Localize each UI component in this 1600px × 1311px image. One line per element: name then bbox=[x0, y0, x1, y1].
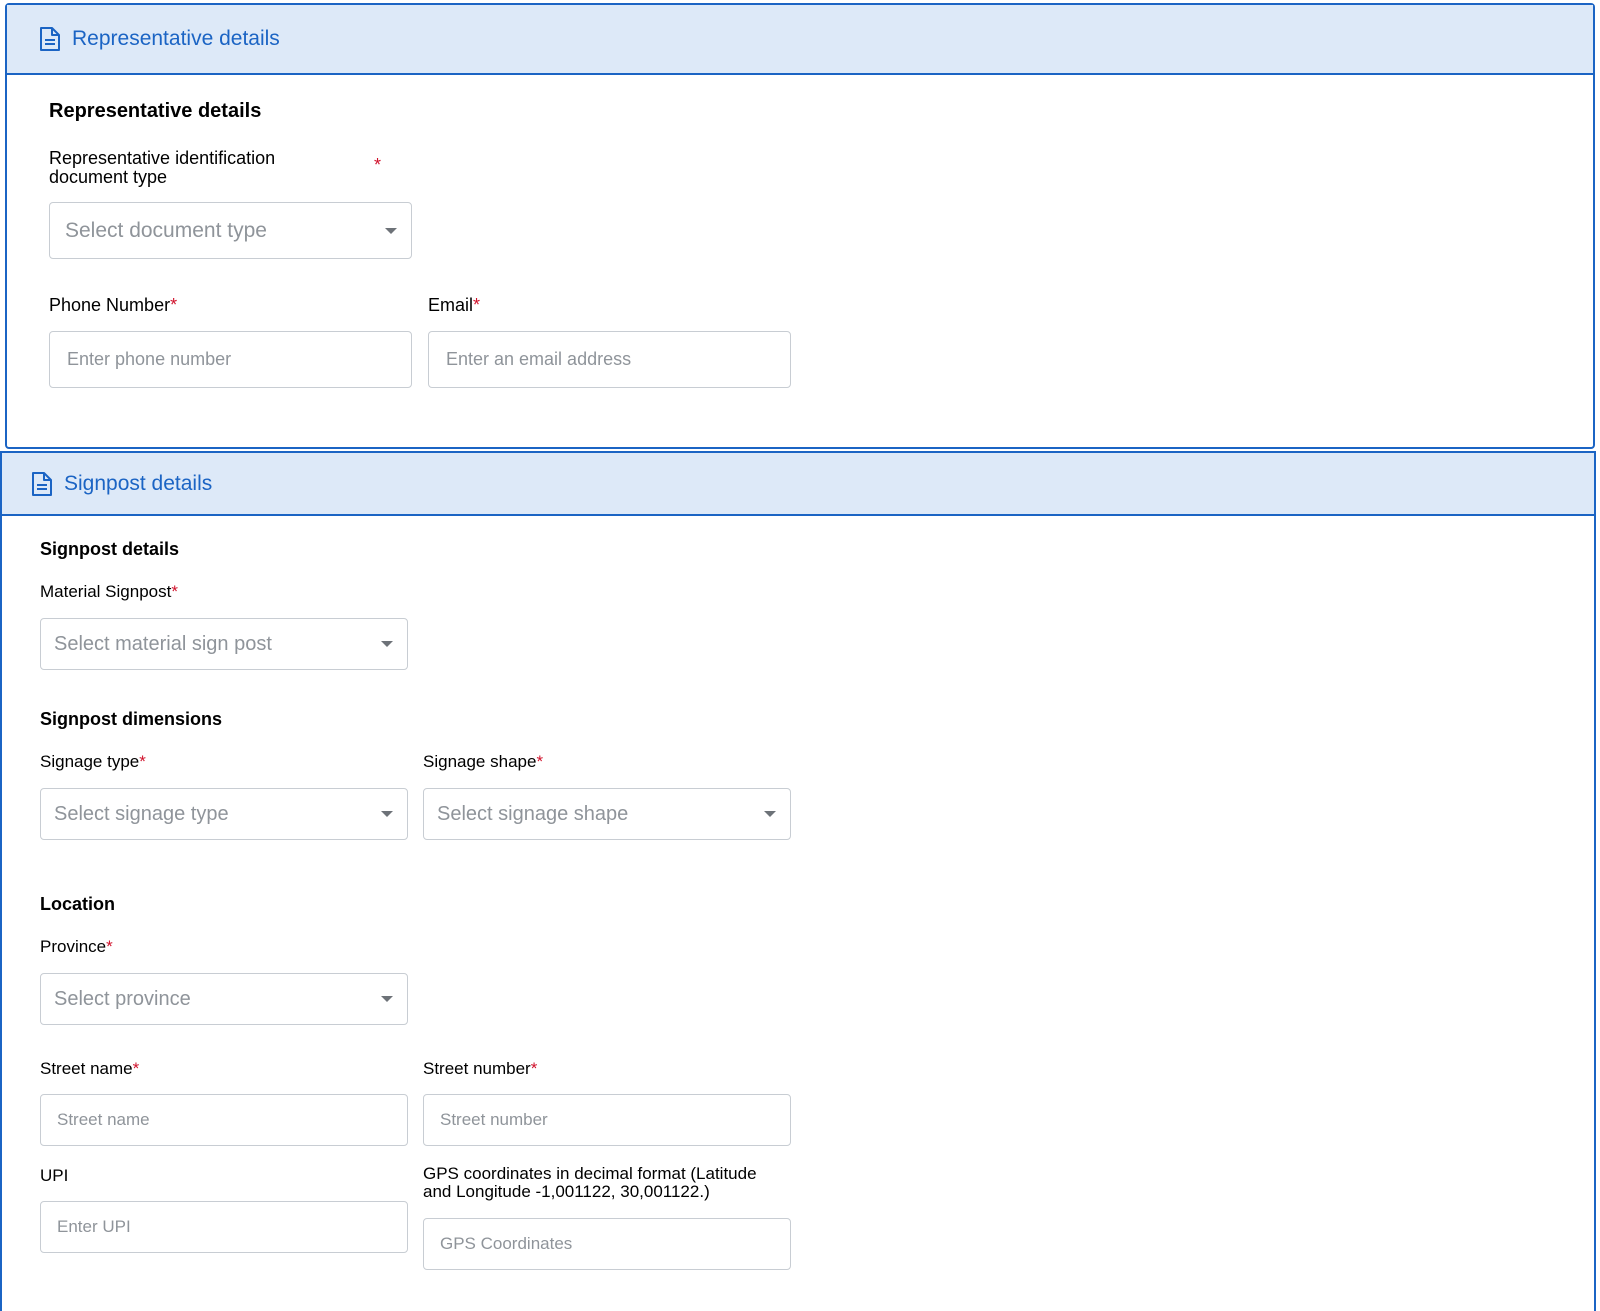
caret-down-icon[interactable] bbox=[764, 811, 776, 817]
email-input[interactable]: Enter an email address bbox=[428, 331, 791, 388]
signpost-section-title: Signpost details bbox=[40, 539, 180, 559]
signpost-details-header-title: Signpost details bbox=[64, 471, 213, 495]
gps-coordinates-input[interactable]: GPS Coordinates bbox=[423, 1218, 791, 1270]
signage-type-select[interactable]: Select signage type bbox=[40, 788, 408, 840]
material-signpost-label-text: Material Signpost bbox=[40, 582, 172, 601]
gps-label: GPS coordinates in decimal format (Latit… bbox=[423, 1165, 757, 1201]
province-required-marker: * bbox=[106, 937, 113, 956]
signage-type-label: Signage type* bbox=[40, 752, 146, 772]
phone-required-marker: * bbox=[170, 295, 178, 315]
material-signpost-select[interactable]: Select material sign post bbox=[40, 618, 408, 670]
representative-details-panel: Representative details Representative de… bbox=[5, 3, 1595, 449]
street-name-required-marker: * bbox=[132, 1059, 140, 1078]
doc-type-label: Representative identification document t… bbox=[49, 148, 276, 187]
gps-label-line1: GPS coordinates in decimal format (Latit… bbox=[423, 1164, 757, 1183]
phone-number-label-text: Phone Number bbox=[49, 295, 171, 315]
location-title: Location bbox=[40, 894, 115, 914]
representative-details-header[interactable]: Representative details bbox=[7, 5, 1593, 75]
email-required-marker: * bbox=[473, 295, 481, 315]
street-name-input[interactable]: Street name bbox=[40, 1094, 408, 1146]
signage-shape-label-text: Signage shape bbox=[423, 752, 537, 771]
caret-down-icon[interactable] bbox=[385, 227, 397, 234]
upi-label: UPI bbox=[40, 1166, 69, 1185]
material-signpost-placeholder: Select material sign post bbox=[54, 632, 272, 655]
gps-coordinates-placeholder: GPS Coordinates bbox=[440, 1234, 573, 1253]
email-placeholder: Enter an email address bbox=[446, 349, 632, 369]
signpost-dimensions-title: Signpost dimensions bbox=[40, 709, 223, 729]
signage-shape-label: Signage shape* bbox=[423, 752, 543, 772]
street-number-required-marker: * bbox=[530, 1059, 538, 1078]
caret-down-icon[interactable] bbox=[381, 811, 393, 817]
phone-number-label: Phone Number* bbox=[49, 295, 177, 316]
upi-input[interactable]: Enter UPI bbox=[40, 1201, 408, 1253]
doc-type-placeholder: Select document type bbox=[65, 218, 267, 242]
upi-placeholder: Enter UPI bbox=[57, 1217, 131, 1236]
street-name-placeholder: Street name bbox=[57, 1110, 150, 1129]
caret-down-icon[interactable] bbox=[381, 996, 393, 1002]
province-select[interactable]: Select province bbox=[40, 973, 408, 1025]
signage-shape-select[interactable]: Select signage shape bbox=[423, 788, 791, 840]
signpost-details-header[interactable]: Signpost details bbox=[2, 453, 1594, 516]
doc-type-required-marker: * bbox=[374, 155, 382, 175]
street-number-placeholder: Street number bbox=[440, 1110, 548, 1129]
signpost-details-panel: Signpost details Signpost details Materi… bbox=[0, 451, 1596, 1311]
email-label-text: Email bbox=[428, 295, 474, 315]
signage-type-required-marker: * bbox=[139, 752, 146, 771]
phone-number-placeholder: Enter phone number bbox=[67, 349, 232, 369]
province-placeholder: Select province bbox=[54, 987, 191, 1010]
street-name-label: Street name* bbox=[40, 1059, 139, 1079]
street-number-label: Street number* bbox=[423, 1059, 537, 1079]
representative-section-title: Representative details bbox=[49, 100, 262, 122]
street-name-label-text: Street name bbox=[40, 1059, 133, 1078]
signage-shape-required-marker: * bbox=[536, 752, 544, 771]
gps-label-line2: and Longitude -1,001122, 30,001122.) bbox=[423, 1182, 710, 1201]
material-signpost-label: Material Signpost* bbox=[40, 582, 178, 602]
signage-shape-placeholder: Select signage shape bbox=[437, 802, 629, 825]
email-label: Email* bbox=[428, 295, 480, 316]
province-label: Province* bbox=[40, 937, 113, 957]
phone-number-input[interactable]: Enter phone number bbox=[49, 331, 412, 388]
material-required-marker: * bbox=[171, 582, 178, 601]
street-number-input[interactable]: Street number bbox=[423, 1094, 791, 1146]
signage-type-label-text: Signage type bbox=[40, 752, 140, 771]
street-number-label-text: Street number bbox=[423, 1059, 531, 1078]
representative-details-header-title: Representative details bbox=[72, 27, 280, 50]
province-label-text: Province bbox=[40, 937, 107, 956]
document-icon bbox=[38, 26, 62, 52]
caret-down-icon[interactable] bbox=[381, 641, 393, 647]
signage-type-placeholder: Select signage type bbox=[54, 802, 229, 825]
doc-type-select[interactable]: Select document type bbox=[49, 202, 412, 259]
document-icon bbox=[30, 471, 54, 497]
